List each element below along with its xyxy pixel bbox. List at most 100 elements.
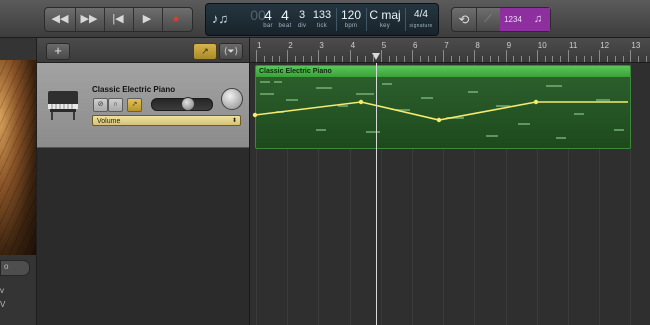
tuner-button[interactable]: ⟋: [476, 8, 501, 31]
tempo-label: bpm: [344, 23, 358, 29]
track-name[interactable]: Classic Electric Piano: [92, 85, 175, 94]
tuner-icon[interactable]: ♪♫: [212, 11, 228, 26]
div-value: 3: [298, 9, 306, 21]
ruler-tick: [466, 56, 468, 62]
beat-label: beat: [278, 23, 292, 29]
ruler-tick: [357, 56, 359, 62]
instrument-image: [0, 60, 36, 255]
automation-point[interactable]: [533, 99, 539, 105]
ruler-tick: [310, 56, 312, 62]
ruler-tick: [607, 56, 608, 62]
track-header[interactable]: Classic Electric Piano ⊘ ∩ ↗ Volume ⬍: [37, 63, 249, 148]
strip-text: V: [0, 300, 6, 309]
ruler-tick: [443, 50, 445, 62]
key-label: key: [379, 23, 391, 29]
ruler-tick: [591, 56, 593, 62]
mode-controls: ⟲ ⟋ 1234 ♫: [451, 7, 551, 32]
ruler-tick: [341, 56, 343, 62]
signature-label: signature: [409, 23, 433, 29]
automation-point[interactable]: [358, 99, 364, 105]
lcd-display[interactable]: ♪♫ 00 4 bar 4 beat 3 div 133 tick 120 bp…: [205, 3, 439, 36]
go-to-beginning-button[interactable]: |◀: [103, 8, 134, 31]
ruler-tick: [435, 56, 437, 62]
ruler-tick: [458, 56, 460, 62]
electric-piano-icon: [48, 91, 78, 120]
chevron-updown-icon: ⬍: [231, 118, 237, 124]
ruler-tick: [404, 56, 406, 62]
ruler-tick: [380, 50, 382, 62]
ruler-bar-number: 11: [569, 41, 578, 50]
ruler-tick: [419, 56, 421, 62]
ruler-tick: [287, 50, 289, 62]
rewind-button[interactable]: ◀◀: [45, 8, 76, 31]
ruler-bar-number: 12: [600, 41, 610, 50]
ruler-bar-number: 1: [257, 41, 262, 50]
ruler-bar-number: 9: [506, 41, 512, 50]
ruler-tick: [529, 56, 530, 62]
beat-value: 4: [281, 7, 289, 23]
ruler-tick: [482, 56, 484, 62]
play-button[interactable]: ▶: [132, 8, 163, 31]
ruler-tick: [279, 56, 281, 62]
tick-value: 133: [312, 9, 332, 21]
library-panel: o v V: [0, 38, 37, 325]
metronome-button[interactable]: ♫: [526, 8, 550, 31]
add-track-button[interactable]: +: [46, 43, 70, 60]
ruler-tick: [521, 56, 523, 62]
automation-curve[interactable]: [250, 63, 650, 325]
ruler-tick: [630, 50, 632, 62]
ruler-tick: [599, 50, 601, 62]
catch-playhead-button[interactable]: ⟨⏷⟩: [219, 43, 243, 60]
ruler-tick: [302, 56, 304, 62]
ruler-tick: [575, 56, 577, 62]
ruler-tick: [490, 56, 491, 62]
strip-text: o: [4, 262, 9, 271]
ruler-tick: [614, 56, 616, 62]
tempo-value[interactable]: 120: [339, 7, 363, 23]
tracks-area[interactable]: Classic Electric Piano: [250, 63, 650, 325]
solo-headphones-button[interactable]: ∩: [108, 98, 123, 112]
ruler-tick: [388, 56, 390, 62]
key-value[interactable]: C maj: [368, 7, 402, 23]
ruler-bar-number: 3: [319, 41, 324, 50]
ruler-tick: [646, 56, 647, 62]
ruler-tick: [568, 50, 569, 62]
bar-label: bar: [263, 23, 273, 29]
ruler-bar-number: 7: [444, 41, 449, 50]
cycle-button[interactable]: ⟲: [452, 8, 477, 31]
ruler-tick: [263, 56, 265, 62]
track-automation-button[interactable]: ↗: [127, 98, 142, 112]
mute-button[interactable]: ⊘: [93, 98, 108, 112]
ruler-tick: [256, 50, 257, 62]
automation-parameter-menu[interactable]: Volume ⬍: [92, 115, 241, 126]
ruler-bar-number: 10: [537, 41, 547, 50]
playhead[interactable]: [376, 63, 377, 325]
count-in-button[interactable]: 1234: [500, 8, 527, 31]
ruler-tick: [622, 56, 624, 62]
ruler-bar-number: 4: [350, 41, 356, 50]
tick-label: tick: [316, 23, 328, 29]
ruler-tick: [373, 56, 374, 62]
ruler-tick: [544, 56, 546, 62]
control-bar: ◀◀ ▶▶ |◀ ▶ ● ♪♫ 00 4 bar 4 beat 3 div 13…: [0, 0, 650, 38]
pan-knob[interactable]: [221, 88, 243, 110]
ruler-bar-number: 13: [631, 41, 641, 50]
timeline-ruler[interactable]: 1 2 3 4 5 6 7 8 9 10 11 12 13: [250, 38, 650, 63]
ruler-tick: [552, 56, 554, 62]
fast-forward-button[interactable]: ▶▶: [74, 8, 105, 31]
ruler-tick: [396, 56, 398, 62]
automation-point[interactable]: [436, 117, 442, 123]
ruler-tick: [318, 50, 320, 62]
automation-point[interactable]: [252, 112, 258, 118]
show-automation-button[interactable]: ↗: [193, 43, 217, 60]
ruler-tick: [334, 56, 335, 62]
div-label: div: [297, 23, 307, 29]
record-button[interactable]: ●: [161, 8, 191, 31]
ruler-tick: [638, 56, 640, 62]
ruler-tick: [427, 56, 429, 62]
ruler-tick: [326, 56, 328, 62]
transport-controls: ◀◀ ▶▶ |◀ ▶ ●: [44, 7, 193, 32]
ruler-tick: [412, 50, 413, 62]
ruler-tick: [271, 56, 273, 62]
time-signature-value[interactable]: 4/4: [406, 7, 436, 23]
